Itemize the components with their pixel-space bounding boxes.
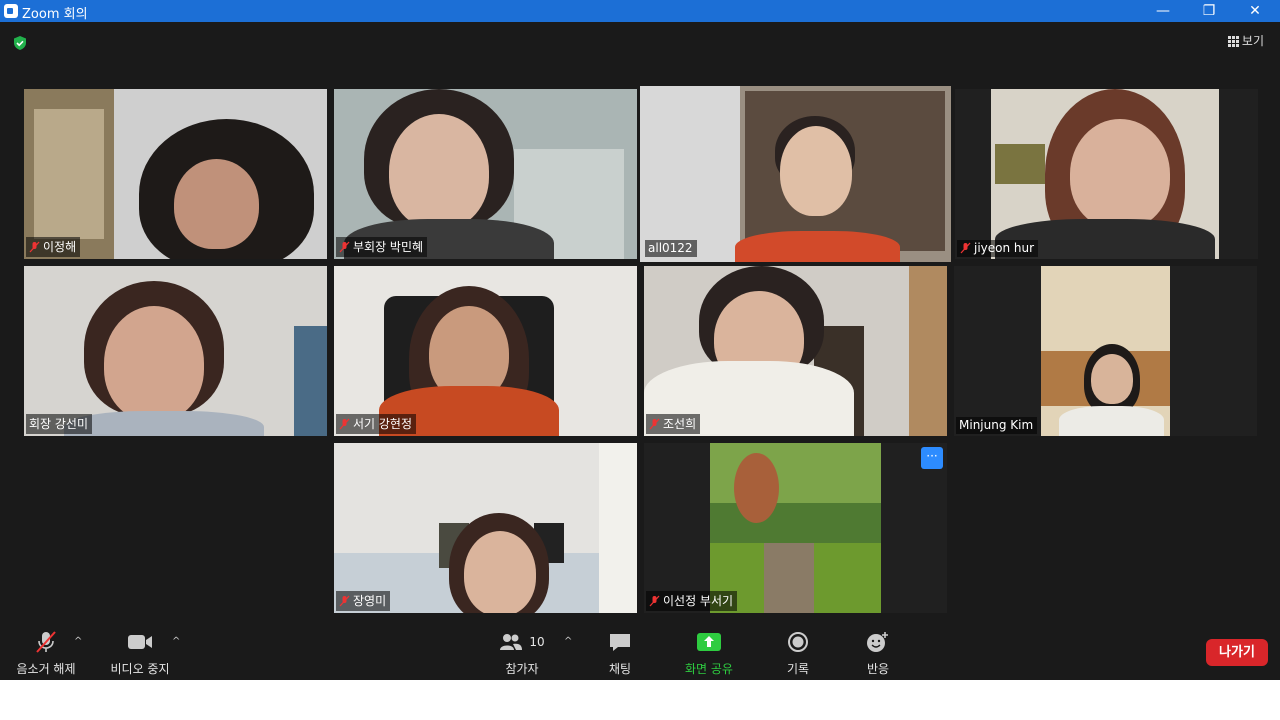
video-tile[interactable]: 조선희: [644, 266, 947, 436]
muted-mic-icon: [339, 595, 350, 607]
participant-nametag: 조선희: [646, 414, 701, 434]
stop-video-label: 비디오 중지: [110, 662, 170, 676]
chat-bubble-icon: [596, 630, 644, 654]
window-title: Zoom 회의: [22, 7, 88, 22]
video-tile[interactable]: 회장 강선미: [24, 266, 327, 436]
participant-nametag: 이정해: [26, 237, 81, 257]
video-tile[interactable]: jiyeon hur: [955, 89, 1258, 259]
participant-name: all0122: [648, 241, 693, 255]
window-titlebar: Zoom 회의 — ❐ ✕: [0, 0, 1280, 22]
participant-name: 부회장 박민혜: [353, 240, 424, 254]
participant-name: 조선희: [663, 417, 697, 431]
video-tile[interactable]: 이정해: [24, 89, 327, 259]
shield-check-icon[interactable]: [12, 35, 28, 51]
video-tile-active-speaker[interactable]: all0122: [640, 86, 951, 262]
meeting-toolbar: 음소거 해제 ^ 비디오 중지 ^ 10 참가자 ^ 채팅 화면 공유 기록 반…: [0, 624, 1280, 680]
participant-name: Minjung Kim: [959, 418, 1034, 432]
video-options-caret[interactable]: ^: [172, 636, 180, 647]
chat-button[interactable]: 채팅: [596, 630, 644, 677]
zoom-logo-icon: [4, 4, 18, 18]
reactions-label: 반응: [866, 662, 890, 676]
grid-view-icon: [1227, 35, 1239, 47]
meeting-area: 보기 이정해 부회장 박민혜 all0122 jiyeon hur 회장 강선미…: [0, 22, 1280, 678]
share-screen-button[interactable]: 화면 공유: [676, 630, 742, 677]
record-button[interactable]: 기록: [776, 630, 820, 677]
more-options-button[interactable]: ···: [921, 447, 943, 469]
view-button-label: 보기: [1241, 34, 1264, 48]
muted-mic-icon: [339, 241, 350, 253]
share-screen-icon: [676, 630, 742, 654]
participant-nametag: 부회장 박민혜: [336, 237, 428, 257]
video-tile[interactable]: 부회장 박민혜: [334, 89, 637, 259]
stop-video-button[interactable]: 비디오 중지: [104, 630, 176, 677]
participant-nametag: all0122: [645, 240, 697, 257]
participant-name: jiyeon hur: [974, 241, 1035, 255]
participant-nametag: Minjung Kim: [956, 417, 1038, 434]
close-button[interactable]: ✕: [1232, 0, 1278, 22]
minimize-button[interactable]: —: [1140, 0, 1186, 22]
muted-mic-icon: [649, 595, 660, 607]
chat-label: 채팅: [608, 662, 632, 676]
video-tile[interactable]: 서기 강현정: [334, 266, 637, 436]
participant-nametag: jiyeon hur: [957, 240, 1039, 257]
participants-button[interactable]: 10 참가자: [490, 630, 554, 677]
share-screen-label: 화면 공유: [685, 662, 733, 676]
participant-nametag: 이선정 부서기: [646, 591, 738, 611]
participant-name: 이정해: [43, 240, 77, 254]
participants-label: 참가자: [505, 662, 539, 676]
participant-name: 서기 강현정: [353, 417, 413, 431]
view-button[interactable]: 보기: [1227, 32, 1264, 49]
restore-button[interactable]: ❐: [1186, 0, 1232, 22]
participant-nametag: 회장 강선미: [26, 414, 93, 434]
muted-mic-icon: [649, 418, 660, 430]
video-tile[interactable]: Minjung Kim: [954, 266, 1257, 436]
record-icon: [776, 630, 820, 654]
muted-mic-icon: [960, 242, 971, 254]
video-tile[interactable]: ··· 이선정 부서기: [644, 443, 947, 613]
muted-mic-icon: [10, 630, 82, 654]
participant-nametag: 서기 강현정: [336, 414, 417, 434]
video-tile[interactable]: 장영미: [334, 443, 637, 613]
unmute-label: 음소거 해제: [16, 662, 76, 676]
record-label: 기록: [786, 662, 810, 676]
audio-options-caret[interactable]: ^: [74, 636, 82, 647]
participant-nametag: 장영미: [336, 591, 391, 611]
participant-name: 장영미: [353, 594, 387, 608]
participants-icon: 10: [490, 630, 554, 654]
muted-mic-icon: [339, 418, 350, 430]
unmute-button[interactable]: 음소거 해제: [10, 630, 82, 677]
reactions-button[interactable]: 반응: [856, 630, 900, 677]
participant-name: 이선정 부서기: [663, 594, 734, 608]
participants-options-caret[interactable]: ^: [564, 636, 572, 647]
video-camera-icon: [104, 630, 176, 654]
muted-mic-icon: [29, 241, 40, 253]
reaction-smiley-icon: [856, 630, 900, 654]
participant-name: 회장 강선미: [29, 417, 89, 431]
leave-button[interactable]: 나가기: [1206, 639, 1268, 666]
participants-count: 10: [529, 635, 545, 649]
